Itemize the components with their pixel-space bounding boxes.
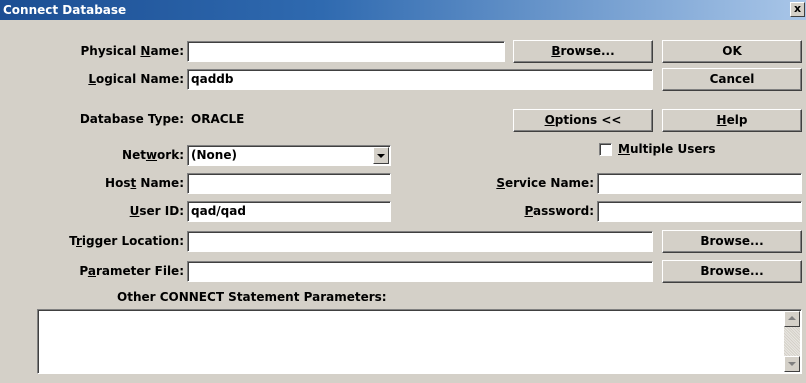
scroll-up-icon[interactable]: [784, 311, 800, 327]
network-select[interactable]: (None): [187, 145, 391, 166]
help-button[interactable]: Help: [662, 109, 802, 132]
ok-button[interactable]: OK: [662, 40, 802, 63]
host-name-label: Host Name:: [105, 176, 184, 190]
database-type-label: Database Type:: [79, 112, 184, 126]
host-name-input[interactable]: [187, 173, 391, 194]
close-icon: x: [793, 2, 802, 15]
close-button[interactable]: x: [790, 2, 805, 17]
other-params-label: Other CONNECT Statement Parameters:: [117, 290, 387, 304]
physical-name-label: Physical Name:: [80, 44, 184, 58]
password-label: Password:: [524, 204, 594, 218]
parameter-file-input[interactable]: [187, 261, 653, 282]
service-name-label: Service Name:: [496, 176, 594, 190]
service-name-input[interactable]: [597, 173, 802, 194]
network-select-value: (None): [191, 148, 237, 162]
database-type-value: ORACLE: [191, 112, 245, 126]
password-input[interactable]: [597, 201, 802, 222]
browse-trigger-button[interactable]: Browse...: [662, 230, 802, 253]
browse-parameter-button[interactable]: Browse...: [662, 260, 802, 283]
multiple-users-label: Multiple Users: [618, 142, 716, 156]
network-label: Network:: [122, 148, 184, 162]
logical-name-input[interactable]: qaddb: [187, 69, 653, 90]
parameter-file-label: Parameter File:: [79, 264, 184, 278]
cancel-button[interactable]: Cancel: [662, 68, 802, 91]
user-id-input[interactable]: qad/qad: [187, 201, 391, 222]
user-id-label: User ID:: [129, 204, 184, 218]
logical-name-label: Logical Name:: [88, 72, 184, 86]
browse-physical-button[interactable]: Browse...: [513, 40, 653, 63]
multiple-users-checkbox[interactable]: [599, 143, 612, 156]
options-button[interactable]: Options <<: [513, 109, 653, 132]
window-title: Connect Database: [3, 3, 127, 17]
title-bar: Connect Database x: [0, 0, 806, 20]
chevron-down-icon[interactable]: [373, 147, 389, 164]
trigger-location-input[interactable]: [187, 231, 653, 252]
trigger-location-label: Trigger Location:: [69, 234, 184, 248]
vertical-scrollbar[interactable]: [784, 311, 800, 372]
physical-name-input[interactable]: [187, 41, 505, 62]
scroll-down-icon[interactable]: [784, 356, 800, 372]
other-params-textarea[interactable]: [37, 309, 802, 374]
